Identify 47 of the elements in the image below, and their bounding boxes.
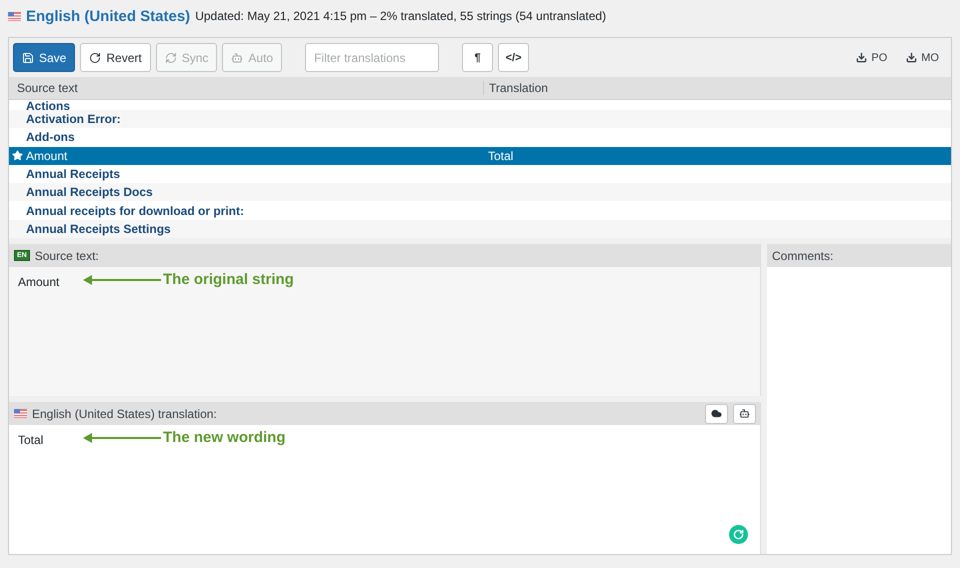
column-header[interactable]: Translation: [483, 81, 951, 95]
flag-icon: [14, 409, 27, 418]
source-cell: Annual Receipts: [26, 168, 120, 180]
sync-icon: [164, 52, 177, 64]
source-cell: Add-ons: [26, 131, 75, 144]
save-button[interactable]: Save: [13, 43, 76, 72]
annotation-text: The original string: [163, 271, 294, 288]
robot-icon: [739, 408, 750, 419]
source-cell: Annual Receipts Docs: [26, 186, 153, 198]
source-cell: Amount: [26, 150, 68, 162]
translation-cell-text: Total: [487, 150, 514, 162]
translation-field[interactable]: Total The new wording: [9, 425, 760, 554]
source-cell: Annual receipts for download or print:: [26, 204, 244, 217]
filter-field[interactable]: Filter translations: [305, 43, 440, 72]
panel-title: Source text:: [34, 248, 99, 262]
star-icon: [12, 150, 23, 162]
panel-title: Comments:: [772, 248, 834, 262]
locale-title[interactable]: English (United States): [26, 8, 190, 24]
revert-icon: [89, 52, 102, 64]
table-row[interactable]: Activation Error:: [9, 110, 951, 128]
status-text: Updated: May 21, 2021 4:15 pm – 2% translated, 55 strings (54 untranslated): [195, 9, 606, 23]
revert-button[interactable]: Revert: [80, 43, 151, 72]
source-cell: Actions: [26, 100, 70, 110]
toggle-button[interactable]: ¶: [462, 43, 494, 72]
download-link[interactable]: PO: [856, 52, 888, 64]
cloud-icon: [711, 408, 722, 419]
table-row[interactable]: Amount Total: [9, 146, 951, 165]
translation-value: Total: [18, 433, 44, 447]
source-cell: Activation Error:: [26, 113, 121, 126]
source-value: Amount: [18, 275, 60, 289]
annotation-text: The new wording: [163, 429, 286, 446]
source-cell: Annual Receipts Settings: [26, 222, 171, 235]
table-row[interactable]: Annual Receipts Docs: [9, 183, 951, 202]
flag-icon: [8, 12, 21, 20]
arrow-icon: [83, 274, 161, 284]
save-icon: [22, 52, 34, 64]
cloud-button[interactable]: [705, 404, 728, 424]
arrow-icon: [83, 432, 161, 442]
table-row[interactable]: Annual Receipts Settings: [9, 220, 951, 238]
auto-icon: [231, 52, 244, 64]
panel-title: English (United States) translation:: [32, 406, 217, 420]
robot-button[interactable]: [733, 404, 756, 424]
download-icon: [906, 52, 918, 63]
column-header[interactable]: Source text: [9, 81, 483, 95]
download-icon: [856, 52, 868, 63]
download-link[interactable]: MO: [906, 52, 939, 64]
toggle-button[interactable]: </>: [498, 43, 530, 72]
